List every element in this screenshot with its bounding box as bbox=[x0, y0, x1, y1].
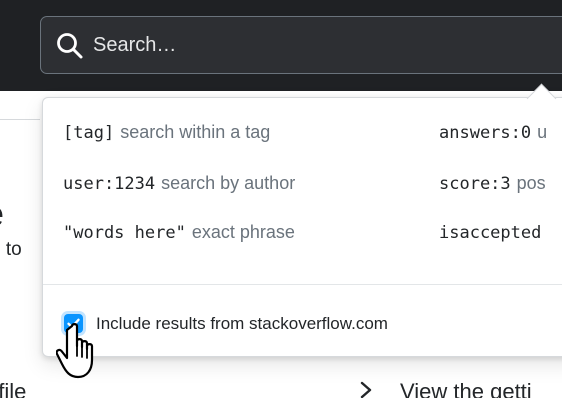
background-divider bbox=[0, 119, 40, 120]
hint-code: answers:0 bbox=[439, 123, 532, 143]
search-hints-popover: [tag] search within a tag user:1234 search… bbox=[42, 83, 562, 357]
hint-answers: answers:0 u bbox=[439, 121, 547, 144]
chevron-right-icon bbox=[360, 381, 372, 398]
top-bar bbox=[0, 0, 562, 91]
background-getting-started-link[interactable]: View the getti bbox=[400, 378, 532, 398]
hint-code: "words here" bbox=[63, 223, 186, 243]
hint-description: u bbox=[537, 122, 548, 142]
hint-score: score:3 pos bbox=[439, 172, 546, 195]
hint-description: search within a tag bbox=[120, 122, 271, 142]
hint-user: user:1234 search by author bbox=[63, 172, 295, 195]
hint-tag: [tag] search within a tag bbox=[63, 121, 270, 144]
hint-exact-phrase: "words here" exact phrase bbox=[63, 221, 295, 244]
hint-description: pos bbox=[516, 173, 546, 193]
hint-code: user:1234 bbox=[63, 174, 156, 194]
hint-code: score:3 bbox=[439, 174, 511, 194]
hint-isaccepted: isaccepted bbox=[439, 221, 547, 244]
page: ne d to ofile View the getti [tag]search… bbox=[0, 0, 562, 398]
hint-description: search by author bbox=[161, 173, 296, 193]
background-subtext-fragment: d to bbox=[0, 239, 22, 260]
include-results-label[interactable]: Include results from stackoverflow.com bbox=[96, 313, 388, 335]
search-box[interactable] bbox=[40, 16, 562, 74]
hint-description: exact phrase bbox=[191, 222, 295, 242]
hint-code: isaccepted bbox=[439, 223, 542, 243]
popover-divider bbox=[43, 284, 562, 285]
hand-pointer-icon bbox=[56, 323, 94, 379]
search-icon bbox=[57, 33, 83, 59]
hint-code: [tag] bbox=[63, 123, 115, 143]
background-heading-fragment: ne bbox=[0, 196, 40, 232]
search-input[interactable] bbox=[93, 25, 562, 65]
